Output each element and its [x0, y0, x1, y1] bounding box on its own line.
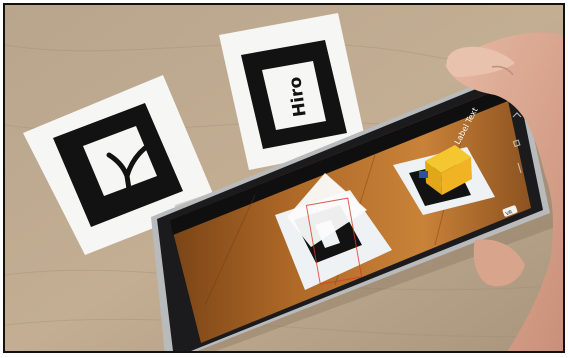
ar-photo-scene: Hiro Label Text VR — [5, 5, 563, 351]
photo-frame: Hiro Label Text VR — [3, 3, 565, 353]
